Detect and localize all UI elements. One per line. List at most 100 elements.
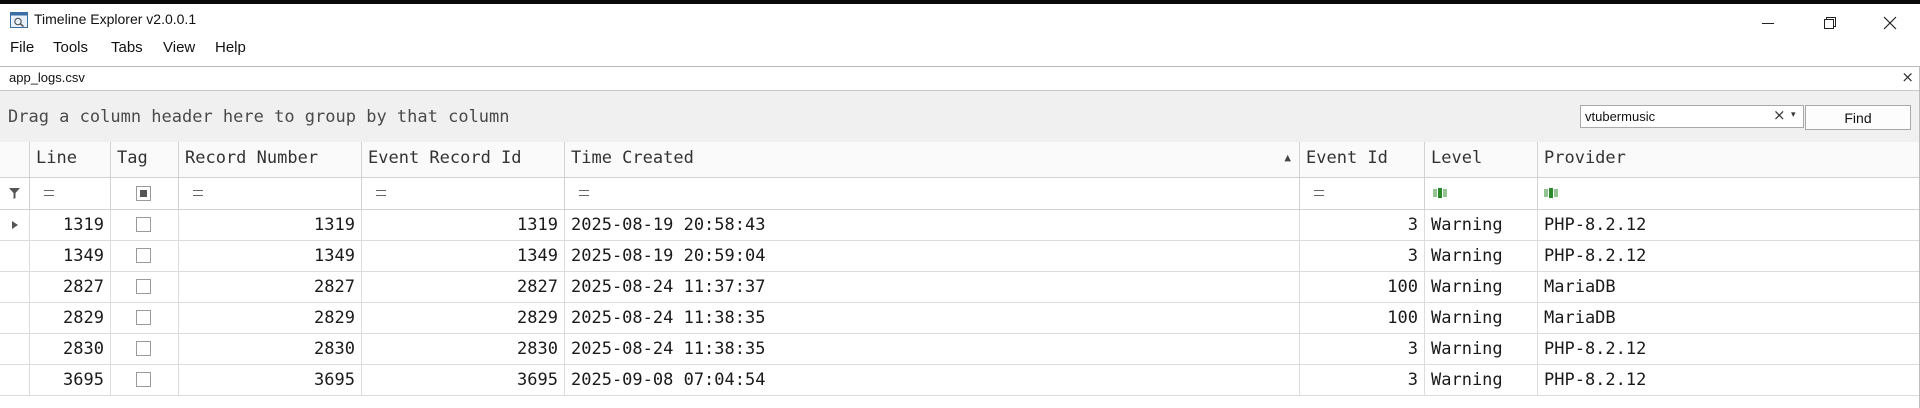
cell-line: 2827: [30, 272, 111, 303]
cell-time-created: 2025-08-19 20:58:43: [565, 210, 1300, 241]
cell-line: 3695: [30, 365, 111, 396]
cell-provider: PHP-8.2.12: [1544, 215, 1647, 235]
cell-event-record-id: 1319: [362, 210, 565, 241]
cell-event-record-id: 3695: [362, 365, 565, 396]
cell-tag: [111, 241, 179, 272]
menu-tabs[interactable]: Tabs: [111, 39, 143, 56]
restore-button[interactable]: [1802, 8, 1858, 38]
cell-event-record-id: 2829: [362, 303, 565, 334]
cell-event-record-id: 1349: [362, 241, 565, 272]
menu-help[interactable]: Help: [215, 39, 246, 56]
filter-time-created[interactable]: [565, 178, 1300, 209]
column-header-record-number[interactable]: Record Number: [179, 142, 362, 177]
cell-line: 2830: [30, 334, 111, 365]
filter-event-id[interactable]: [1300, 178, 1425, 209]
cell-time-created: 2025-08-24 11:37:37: [565, 272, 1300, 303]
cell-tag: [111, 334, 179, 365]
cell-event-id: 3: [1300, 365, 1425, 396]
table-row[interactable]: 2829 2829 2829 2025-08-24 11:38:35 100 Warnin…: [0, 303, 1920, 334]
row-indicator-header: [0, 142, 30, 177]
row-indicator[interactable]: [0, 210, 30, 241]
table-row[interactable]: 3695 3695 3695 2025-09-08 07:04:54 3 Warning P…: [0, 365, 1920, 396]
title-bar: Timeline Explorer v2.0.0.1: [0, 4, 1920, 35]
text-filter-icon: [1433, 188, 1447, 198]
cell-level: Warning: [1425, 334, 1538, 365]
cell-event-record-id: 2827: [362, 272, 565, 303]
window-title: Timeline Explorer v2.0.0.1: [34, 11, 197, 27]
menu-file[interactable]: File: [10, 39, 34, 56]
restore-icon: [1824, 17, 1836, 29]
data-grid: Line Tag Record Number Event Record Id T…: [0, 142, 1920, 408]
cell-level: Warning: [1425, 365, 1538, 396]
cell-level: Warning: [1425, 241, 1538, 272]
text-filter-icon: [1544, 188, 1558, 198]
tab-close-icon[interactable]: ×: [1901, 68, 1914, 86]
table-row[interactable]: 2827 2827 2827 2025-08-24 11:37:37 100 Warnin…: [0, 272, 1920, 303]
cell-event-id: 3: [1300, 241, 1425, 272]
filter-record-number[interactable]: [179, 178, 362, 209]
search-dropdown-icon[interactable]: ▾: [1791, 110, 1796, 120]
cell-tag: [111, 303, 179, 334]
cell-tag: [111, 365, 179, 396]
column-header-level[interactable]: Level: [1425, 142, 1538, 177]
cell-event-id: 3: [1300, 210, 1425, 241]
equals-icon: [1314, 190, 1324, 196]
cell-provider: MariaDB: [1544, 308, 1616, 328]
cell-time-created: 2025-09-08 07:04:54: [565, 365, 1300, 396]
tag-checkbox[interactable]: [136, 217, 151, 232]
tag-checkbox[interactable]: [136, 248, 151, 263]
close-window-button[interactable]: [1862, 8, 1918, 38]
minimize-button[interactable]: [1740, 8, 1796, 38]
menu-view[interactable]: View: [163, 39, 195, 56]
row-indicator[interactable]: [0, 303, 30, 334]
search-box[interactable]: × ▾: [1580, 105, 1804, 128]
group-by-panel[interactable]: Drag a column header here to group by th…: [0, 91, 1920, 143]
row-indicator[interactable]: [0, 365, 30, 396]
cell-time-created: 2025-08-19 20:59:04: [565, 241, 1300, 272]
row-indicator[interactable]: [0, 241, 30, 272]
filter-line[interactable]: [30, 178, 111, 209]
column-header-time-created-label: Time Created: [571, 148, 694, 168]
search-clear-icon[interactable]: ×: [1773, 106, 1786, 124]
indeterminate-icon: [140, 190, 147, 197]
menu-tools[interactable]: Tools: [53, 39, 88, 56]
column-header-line[interactable]: Line: [30, 142, 111, 177]
row-indicator[interactable]: [0, 272, 30, 303]
search-input[interactable]: [1581, 106, 1755, 127]
column-header-tag[interactable]: Tag: [111, 142, 179, 177]
cell-tag: [111, 272, 179, 303]
tag-checkbox[interactable]: [136, 341, 151, 356]
column-header-event-id[interactable]: Event Id: [1300, 142, 1425, 177]
column-header-provider[interactable]: Provider: [1538, 142, 1919, 177]
minimize-icon: [1762, 23, 1774, 24]
menu-bar: File Tools Tabs View Help: [0, 35, 1920, 62]
cell-record-number: 2827: [179, 272, 362, 303]
filter-tag-checkbox[interactable]: [136, 186, 151, 201]
filter-provider[interactable]: [1538, 178, 1919, 209]
column-header-event-record-id[interactable]: Event Record Id: [362, 142, 565, 177]
filter-event-record-id[interactable]: [362, 178, 565, 209]
sort-ascending-icon: ▲: [1284, 151, 1291, 164]
tag-checkbox[interactable]: [136, 310, 151, 325]
row-indicator[interactable]: [0, 334, 30, 365]
cell-provider: PHP-8.2.12: [1544, 370, 1647, 390]
cell-line: 1319: [30, 210, 111, 241]
group-by-hint: Drag a column header here to group by th…: [8, 107, 510, 127]
filter-tag[interactable]: [111, 178, 179, 209]
tag-checkbox[interactable]: [136, 279, 151, 294]
document-tab-strip: app_logs.csv ×: [0, 66, 1920, 91]
tag-checkbox[interactable]: [136, 372, 151, 387]
cell-time-created: 2025-08-24 11:38:35: [565, 334, 1300, 365]
cell-provider: PHP-8.2.12: [1544, 246, 1647, 266]
find-button[interactable]: Find: [1805, 105, 1911, 130]
filter-level[interactable]: [1425, 178, 1538, 209]
cell-level: Warning: [1425, 303, 1538, 334]
equals-icon: [376, 190, 386, 196]
table-row[interactable]: 1319 1319 1319 2025-08-19 20:58:43 3 Warning P…: [0, 210, 1920, 241]
tab-app-logs[interactable]: app_logs.csv: [9, 70, 85, 85]
column-header-time-created[interactable]: Time Created ▲: [565, 142, 1300, 177]
cell-time-created: 2025-08-24 11:38:35: [565, 303, 1300, 334]
table-row[interactable]: 1349 1349 1349 2025-08-19 20:59:04 3 Warning P…: [0, 241, 1920, 272]
current-row-icon: [12, 221, 18, 229]
table-row[interactable]: 2830 2830 2830 2025-08-24 11:38:35 3 Warning P…: [0, 334, 1920, 365]
